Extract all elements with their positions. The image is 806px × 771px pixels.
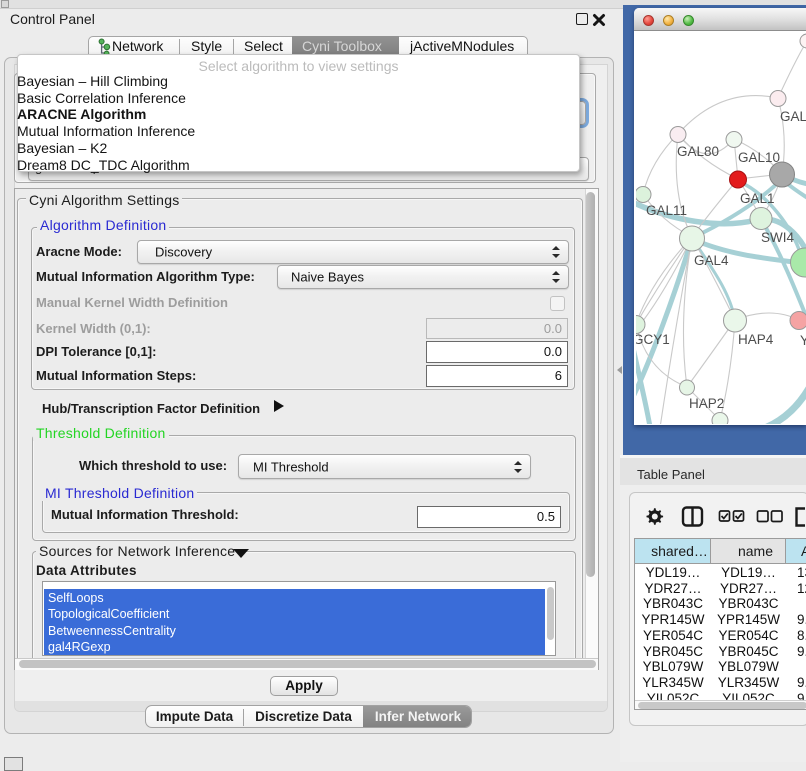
svg-text:HAP4: HAP4 — [738, 332, 774, 347]
svg-text:GAL4: GAL4 — [694, 253, 729, 268]
svg-text:HAP2: HAP2 — [689, 396, 724, 411]
svg-text:GAL2: GAL2 — [780, 109, 806, 124]
svg-text:SWI4: SWI4 — [761, 230, 794, 245]
svg-text:YM: YM — [800, 333, 806, 348]
svg-text:GAL1: GAL1 — [740, 191, 775, 206]
svg-text:GAL11: GAL11 — [646, 203, 687, 218]
svg-text:GAL10: GAL10 — [738, 150, 780, 165]
svg-text:GCY1: GCY1 — [636, 332, 670, 347]
svg-text:GAL80: GAL80 — [677, 144, 719, 159]
